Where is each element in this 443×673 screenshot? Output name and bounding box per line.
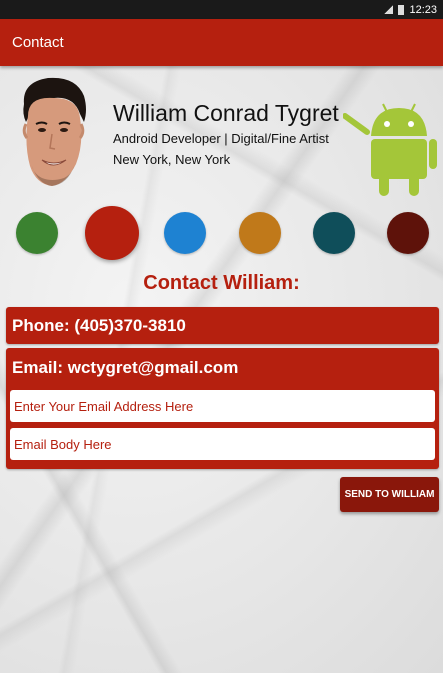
- color-swatch-maroon[interactable]: [387, 212, 429, 254]
- email-card: Email: wctygret@gmail.com: [6, 348, 439, 469]
- color-swatch-green[interactable]: [16, 212, 58, 254]
- profile-location: New York, New York: [113, 152, 231, 167]
- color-swatch-orange[interactable]: [239, 212, 281, 254]
- color-swatch-teal[interactable]: [313, 212, 355, 254]
- color-swatch-red[interactable]: [85, 206, 139, 260]
- android-logo-icon: [343, 103, 437, 196]
- signal-icon: [384, 5, 394, 14]
- contact-heading: Contact William:: [143, 272, 300, 294]
- profile-photo: [22, 77, 86, 186]
- battery-icon: [398, 4, 405, 15]
- sender-email-input[interactable]: [10, 390, 435, 422]
- phone-number[interactable]: Phone: (405)370-3810: [12, 316, 186, 336]
- send-button[interactable]: SEND TO WILLIAM: [340, 477, 439, 512]
- status-time: 12:23: [409, 3, 437, 16]
- profile-name: William Conrad Tygret: [113, 100, 339, 126]
- status-bar: 12:23: [0, 0, 443, 19]
- app-bar-title: Contact: [12, 34, 64, 51]
- profile-role: Android Developer | Digital/Fine Artist: [113, 131, 329, 146]
- phone-card[interactable]: Phone: (405)370-3810: [6, 307, 439, 344]
- app-bar: Contact: [0, 19, 443, 66]
- email-body-input[interactable]: [10, 428, 435, 460]
- email-address[interactable]: Email: wctygret@gmail.com: [12, 358, 238, 378]
- color-swatch-blue[interactable]: [164, 212, 206, 254]
